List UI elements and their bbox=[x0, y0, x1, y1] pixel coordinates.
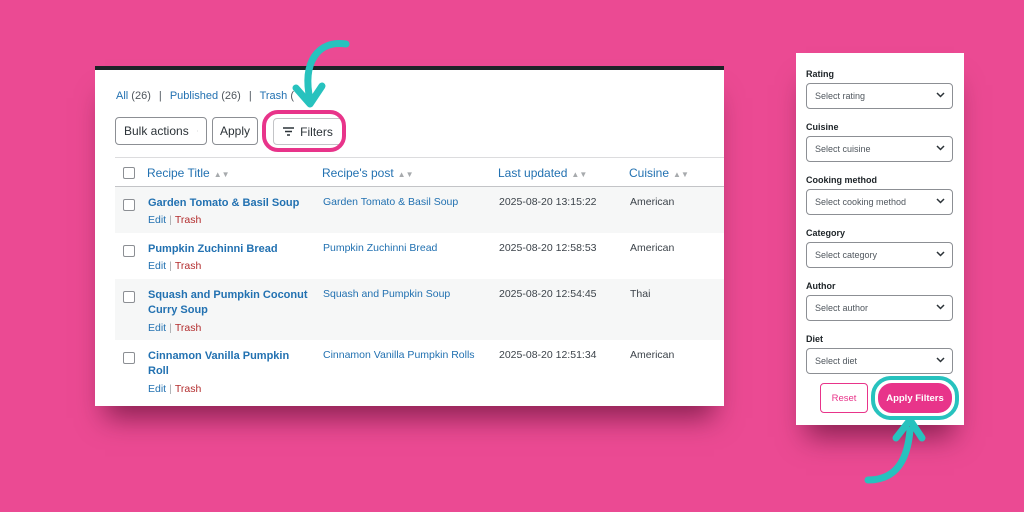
rating-select[interactable]: Select rating bbox=[806, 83, 953, 109]
edit-link[interactable]: Edit bbox=[148, 383, 166, 395]
cuisine-value: American bbox=[630, 349, 675, 361]
last-updated-value: 2025-08-20 12:51:34 bbox=[499, 349, 597, 361]
recipe-title-link[interactable]: Pumpkin Zuchinni Bread bbox=[148, 242, 308, 257]
trash-link[interactable]: Trash bbox=[175, 214, 201, 226]
sort-icon: ▲▼ bbox=[673, 170, 689, 179]
cuisine-select[interactable]: Select cuisine bbox=[806, 136, 953, 162]
recipe-post-link[interactable]: Squash and Pumpkin Soup bbox=[323, 288, 450, 300]
chevron-down-icon bbox=[936, 304, 945, 310]
cuisine-value: American bbox=[630, 242, 675, 254]
chevron-down-icon bbox=[936, 92, 945, 98]
category-select-placeholder: Select category bbox=[815, 250, 878, 260]
filters-highlight-ring bbox=[262, 110, 346, 152]
rating-label: Rating bbox=[806, 69, 834, 79]
column-recipe-title[interactable]: Recipe Title ▲▼ bbox=[147, 166, 230, 180]
teal-arrow-down-icon bbox=[292, 40, 350, 108]
chevron-down-icon bbox=[936, 145, 945, 151]
view-all-link[interactable]: All bbox=[116, 90, 128, 102]
chevron-down-icon bbox=[936, 198, 945, 204]
view-all-count: (26) bbox=[131, 90, 151, 102]
recipe-title-link[interactable]: Cinnamon Vanilla Pumpkin Roll bbox=[148, 349, 308, 379]
table-row: Squash and Pumpkin Coconut Curry Soup Ed… bbox=[115, 279, 724, 340]
row-checkbox[interactable] bbox=[123, 245, 135, 257]
trash-link[interactable]: Trash bbox=[175, 322, 201, 334]
chevron-down-icon bbox=[936, 357, 945, 363]
sort-icon: ▲▼ bbox=[571, 170, 588, 179]
row-checkbox[interactable] bbox=[123, 352, 135, 364]
trash-link[interactable]: Trash bbox=[175, 383, 201, 395]
view-separator: | bbox=[248, 90, 252, 102]
row-actions: Edit | Trash bbox=[148, 260, 202, 272]
edit-link[interactable]: Edit bbox=[148, 322, 166, 334]
cooking-method-select[interactable]: Select cooking method bbox=[806, 189, 953, 215]
bulk-actions-label: Bulk actions bbox=[124, 124, 189, 138]
sort-icon: ▲▼ bbox=[397, 170, 414, 179]
diet-select[interactable]: Select diet bbox=[806, 348, 953, 374]
recipe-post-link[interactable]: Cinnamon Vanilla Pumpkin Rolls bbox=[323, 349, 475, 361]
page-background: { "views": { "all": {"label": "All", "co… bbox=[0, 0, 1024, 512]
row-actions: Edit | Trash bbox=[148, 322, 202, 334]
recipe-post-link[interactable]: Pumpkin Zuchinni Bread bbox=[323, 242, 437, 254]
chevron-down-icon bbox=[936, 251, 945, 257]
last-updated-value: 2025-08-20 13:15:22 bbox=[499, 196, 597, 208]
edit-link[interactable]: Edit bbox=[148, 214, 166, 226]
recipe-title-link[interactable]: Garden Tomato & Basil Soup bbox=[148, 196, 308, 211]
filters-panel: Rating Select rating Cuisine Select cuis… bbox=[796, 53, 964, 425]
recipe-list-panel: All (26) | Published (26) | Trash ( Bulk… bbox=[95, 66, 724, 406]
author-select[interactable]: Select author bbox=[806, 295, 953, 321]
author-label: Author bbox=[806, 281, 836, 291]
recipe-title-link[interactable]: Squash and Pumpkin Coconut Curry Soup bbox=[148, 288, 308, 318]
category-label: Category bbox=[806, 228, 846, 238]
cooking-method-label: Cooking method bbox=[806, 175, 877, 185]
bulk-actions-select[interactable]: Bulk actions bbox=[115, 117, 207, 145]
column-last-updated[interactable]: Last updated ▲▼ bbox=[498, 166, 587, 180]
chevron-down-icon bbox=[196, 130, 198, 132]
row-actions: Edit | Trash bbox=[148, 214, 202, 226]
trash-link[interactable]: Trash bbox=[175, 260, 201, 272]
diet-select-placeholder: Select diet bbox=[815, 356, 858, 366]
table-row: Pumpkin Zuchinni Bread Edit | Trash Pumpki… bbox=[115, 233, 724, 279]
sort-icon: ▲▼ bbox=[213, 170, 230, 179]
rating-select-placeholder: Select rating bbox=[815, 91, 866, 101]
recipe-post-link[interactable]: Garden Tomato & Basil Soup bbox=[323, 196, 458, 208]
view-filter-links: All (26) | Published (26) | Trash ( bbox=[116, 90, 294, 102]
diet-label: Diet bbox=[806, 334, 824, 344]
author-select-placeholder: Select author bbox=[815, 303, 869, 313]
column-cuisine[interactable]: Cuisine ▲▼ bbox=[629, 166, 689, 180]
cooking-method-select-placeholder: Select cooking method bbox=[815, 197, 907, 207]
cuisine-value: American bbox=[630, 196, 675, 208]
view-published-link[interactable]: Published bbox=[170, 90, 218, 102]
table-row: Garden Tomato & Basil Soup Edit | Trash Ga… bbox=[115, 187, 724, 233]
row-checkbox[interactable] bbox=[123, 199, 135, 211]
bulk-apply-button[interactable]: Apply bbox=[212, 117, 258, 145]
cuisine-label: Cuisine bbox=[806, 122, 839, 132]
table-row: Cinnamon Vanilla Pumpkin Roll Edit | Trash… bbox=[115, 340, 724, 402]
cuisine-value: Thai bbox=[630, 288, 651, 300]
category-select[interactable]: Select category bbox=[806, 242, 953, 268]
view-published-count: (26) bbox=[221, 90, 241, 102]
table-header: Recipe Title ▲▼ Recipe's post ▲▼ Last upda… bbox=[115, 157, 724, 187]
last-updated-value: 2025-08-20 12:54:45 bbox=[499, 288, 597, 300]
teal-arrow-up-icon bbox=[864, 416, 926, 484]
cuisine-select-placeholder: Select cuisine bbox=[815, 144, 871, 154]
edit-link[interactable]: Edit bbox=[148, 260, 166, 272]
last-updated-value: 2025-08-20 12:58:53 bbox=[499, 242, 597, 254]
row-checkbox[interactable] bbox=[123, 291, 135, 303]
view-separator: | bbox=[158, 90, 162, 102]
select-all-checkbox[interactable] bbox=[123, 167, 135, 179]
column-recipe-post[interactable]: Recipe's post ▲▼ bbox=[322, 166, 414, 180]
row-actions: Edit | Trash bbox=[148, 383, 202, 395]
